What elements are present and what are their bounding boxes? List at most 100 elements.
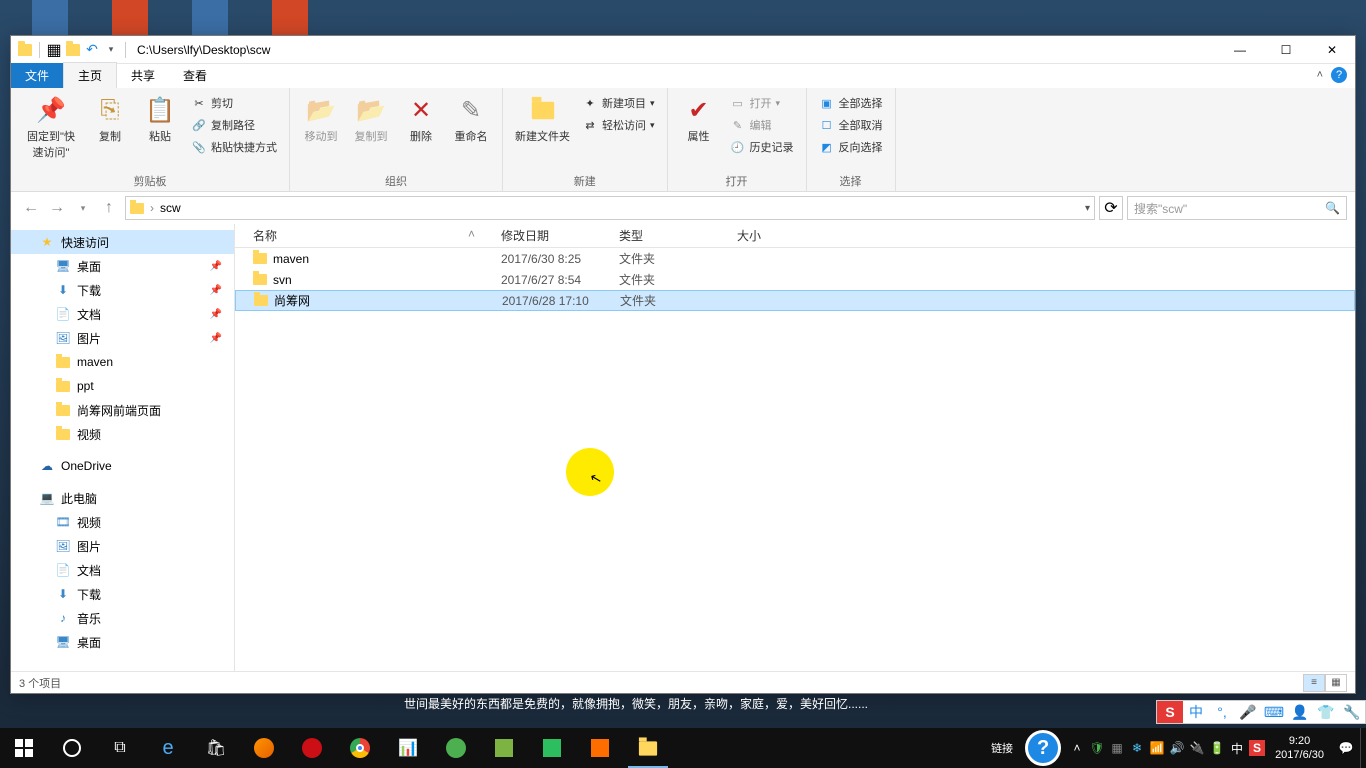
ime-s-icon[interactable]: S [1157,701,1183,723]
taskbar-chrome[interactable] [336,728,384,768]
taskbar-opera[interactable] [288,728,336,768]
taskbar-360[interactable] [432,728,480,768]
sidebar-item-pictures[interactable]: 🖼图片📌 [11,326,234,350]
sidebar-item-documents[interactable]: 📄文档📌 [11,302,234,326]
file-row[interactable]: 尚筹网 2017/6/28 17:10 文件夹 [235,290,1355,311]
undo-icon[interactable]: ↶ [84,42,100,58]
minimize-button[interactable]: — [1217,36,1263,64]
ime-lang-button[interactable]: 中 [1183,701,1209,723]
quick-access[interactable]: ★快速访问 [11,230,234,254]
notifications-button[interactable]: 💬 [1332,728,1360,768]
navigation-pane[interactable]: ★快速访问 🖥桌面📌 ⬇下载📌 📄文档📌 🖼图片📌 maven ppt 尚筹网前… [11,224,235,671]
show-desktop-button[interactable] [1360,728,1366,768]
tray-snow-icon[interactable]: ❄ [1127,728,1147,768]
forward-button[interactable]: → [45,196,69,220]
up-button[interactable]: ↑ [97,196,121,220]
tray-power-icon[interactable]: 🔌 [1187,728,1207,768]
sidebar-item-pc-downloads[interactable]: ⬇下载 [11,582,234,606]
new-folder-button[interactable]: 新建文件夹 [511,92,574,146]
move-to-button[interactable]: 📂移动到 [298,92,344,146]
sidebar-item-pc-desktop[interactable]: 🖥桌面 [11,630,234,654]
ime-toolbar[interactable]: S 中 °, 🎤 ⌨ 👤 👕 🔧 [1156,700,1366,724]
taskbar-app3[interactable] [576,728,624,768]
tray-app-icon[interactable]: ▦ [1107,728,1127,768]
link-label[interactable]: 链接 [985,740,1019,756]
tray-ime-icon[interactable]: 中 [1227,728,1247,768]
sidebar-item-pc-pictures[interactable]: 🖼图片 [11,534,234,558]
ime-keyboard-icon[interactable]: ⌨ [1261,701,1287,723]
taskview-button[interactable]: ⧉ [96,728,144,768]
sidebar-item-frontend[interactable]: 尚筹网前端页面 [11,398,234,422]
maximize-button[interactable]: ☐ [1263,36,1309,64]
search-input[interactable]: 搜索"scw" 🔍 [1127,196,1347,220]
delete-button[interactable]: ✕删除 [398,92,444,146]
details-view-button[interactable]: ≡ [1303,674,1325,692]
tray-security-icon[interactable]: 🛡 [1087,728,1107,768]
cut-button[interactable]: ✂剪切 [187,92,281,114]
column-type[interactable]: 类型 [613,227,731,244]
ime-punct-button[interactable]: °, [1209,701,1235,723]
select-none-button[interactable]: ☐全部取消 [815,114,887,136]
file-row[interactable]: svn 2017/6/27 8:54 文件夹 [235,269,1355,290]
sidebar-item-pc-documents[interactable]: 📄文档 [11,558,234,582]
taskbar-evernote[interactable] [528,728,576,768]
tab-view[interactable]: 查看 [169,63,221,88]
help-icon[interactable]: ? [1331,67,1347,83]
new-item-button[interactable]: ✦新建项目▾ [578,92,659,114]
easy-access-button[interactable]: ⇄轻松访问▾ [578,114,659,136]
rename-button[interactable]: ✎重命名 [448,92,494,146]
column-name[interactable]: 名称˄ [247,227,495,244]
sidebar-item-downloads[interactable]: ⬇下载📌 [11,278,234,302]
tab-home[interactable]: 主页 [63,62,117,88]
back-button[interactable]: ← [19,196,43,220]
paste-shortcut-button[interactable]: 📎粘贴快捷方式 [187,136,281,158]
tab-file[interactable]: 文件 [11,63,63,88]
addressbar-dropdown-icon[interactable]: ▾ [1085,203,1090,214]
start-button[interactable] [0,728,48,768]
ime-settings-icon[interactable]: 🔧 [1339,701,1365,723]
sidebar-item-thispc[interactable]: 💻此电脑 [11,486,234,510]
ime-skin-icon[interactable]: 👕 [1313,701,1339,723]
cortana-button[interactable] [48,728,96,768]
taskbar-explorer[interactable] [624,728,672,768]
qat-newfolder-icon[interactable] [65,42,81,58]
tab-share[interactable]: 共享 [117,63,169,88]
refresh-button[interactable]: ⟳ [1099,196,1123,220]
tray-sogou-icon[interactable]: S [1249,740,1265,756]
taskbar-firefox[interactable] [240,728,288,768]
addressbar[interactable]: › scw ▾ [125,196,1095,220]
sidebar-item-onedrive[interactable]: ☁OneDrive [11,454,234,478]
tray-network-icon[interactable]: 📶 [1147,728,1167,768]
qat-dropdown-icon[interactable]: ▾ [103,42,119,58]
open-button[interactable]: ▭打开▾ [726,92,798,114]
select-all-button[interactable]: ▣全部选择 [815,92,887,114]
pin-to-quick-access-button[interactable]: 📌 固定到"快速访问" [19,92,83,162]
column-size[interactable]: 大小 [731,227,811,244]
tray-volume-icon[interactable]: 🔊 [1167,728,1187,768]
recent-locations-button[interactable]: ▾ [71,196,95,220]
file-row[interactable]: maven 2017/6/30 8:25 文件夹 [235,248,1355,269]
helper-button[interactable]: ? [1025,730,1061,766]
column-date[interactable]: 修改日期 [495,227,613,244]
ribbon-collapse-icon[interactable]: ˄ [1317,69,1323,81]
edit-button[interactable]: ✎编辑 [726,114,798,136]
breadcrumb[interactable]: scw [160,201,181,215]
copy-button[interactable]: ⎘ 复制 [87,92,133,146]
copy-to-button[interactable]: 📂复制到 [348,92,394,146]
taskbar-app1[interactable]: 📊 [384,728,432,768]
sidebar-item-ppt[interactable]: ppt [11,374,234,398]
sidebar-item-videos[interactable]: 视频 [11,422,234,446]
taskbar-clock[interactable]: 9:20 2017/6/30 [1267,734,1332,763]
icons-view-button[interactable]: ▦ [1325,674,1347,692]
taskbar-app2[interactable] [480,728,528,768]
ime-user-icon[interactable]: 👤 [1287,701,1313,723]
sidebar-item-maven[interactable]: maven [11,350,234,374]
tray-battery-icon[interactable]: 🔋 [1207,728,1227,768]
qat-properties-icon[interactable]: ▦ [46,42,62,58]
taskbar-store[interactable]: 🛍 [192,728,240,768]
history-button[interactable]: 🕘历史记录 [726,136,798,158]
paste-button[interactable]: 📋 粘贴 [137,92,183,146]
taskbar-edge[interactable]: e [144,728,192,768]
sidebar-item-pc-music[interactable]: ♪音乐 [11,606,234,630]
properties-button[interactable]: ✔属性 [676,92,722,146]
